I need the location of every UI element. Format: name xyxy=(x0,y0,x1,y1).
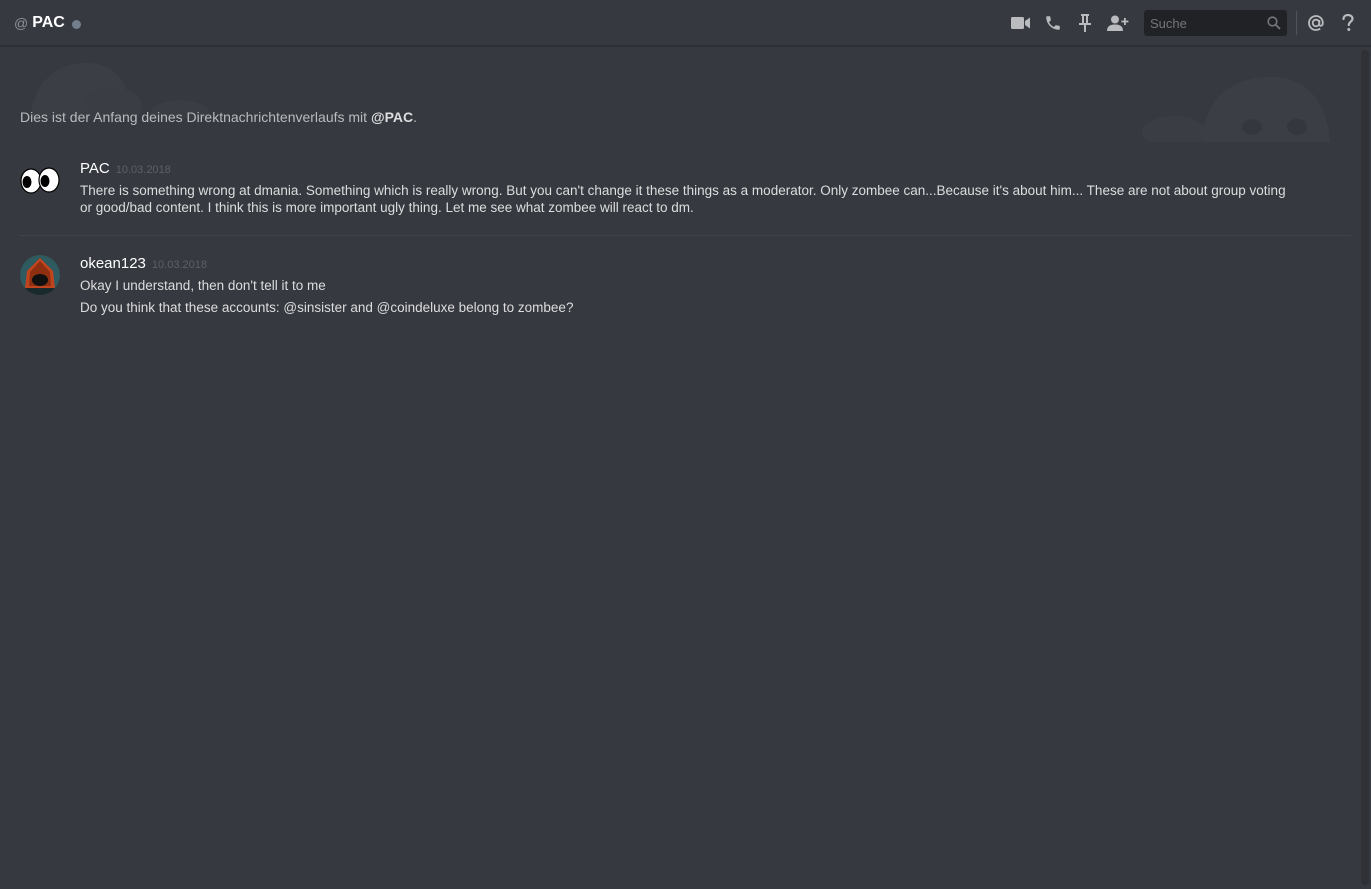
avatar[interactable] xyxy=(20,160,60,200)
message-body: PAC 10.03.2018 There is something wrong … xyxy=(80,160,1351,216)
dm-start-notice: Dies ist der Anfang deines Direktnachric… xyxy=(20,109,417,125)
dm-start-period: . xyxy=(413,109,418,125)
mentions-button[interactable] xyxy=(1305,12,1327,34)
add-friend-to-dm-button[interactable] xyxy=(1106,12,1130,34)
message-timestamp: 10.03.2018 xyxy=(151,259,207,271)
search-input[interactable] xyxy=(1150,15,1267,31)
help-icon xyxy=(1342,14,1354,31)
dm-start-text: Dies ist der Anfang deines Direktnachric… xyxy=(20,109,371,125)
message-content: Do you think that these accounts: @sinsi… xyxy=(80,300,574,315)
pin-icon xyxy=(1079,14,1091,32)
message-header: PAC 10.03.2018 xyxy=(80,160,1351,180)
dm-window: @ PAC Suche Dies ist der Anfang deines D… xyxy=(0,0,1371,889)
channel-title-area: @ PAC xyxy=(0,14,81,32)
channel-header: @ PAC xyxy=(0,0,1371,46)
googly-eyes-icon xyxy=(20,160,60,200)
message-author[interactable]: okean123 xyxy=(80,255,146,272)
message-header: okean123 10.03.2018 xyxy=(80,255,1351,275)
message-body: okean123 10.03.2018 Okay I understand, t… xyxy=(80,255,1351,316)
hooded-figure-icon xyxy=(20,255,60,295)
toolbar-divider xyxy=(1296,11,1297,35)
header-toolbar xyxy=(1010,0,1371,46)
phone-icon xyxy=(1046,16,1060,30)
message-content: Okay I understand, then don't tell it to… xyxy=(80,278,326,293)
avatar[interactable] xyxy=(20,255,60,295)
video-call-button[interactable] xyxy=(1010,12,1032,34)
pinned-messages-button[interactable] xyxy=(1074,12,1096,34)
background-mascot-art-right xyxy=(1142,76,1330,142)
at-icon: @ xyxy=(14,15,29,31)
message-content: There is something wrong at dmania. Some… xyxy=(80,183,1286,215)
help-button[interactable] xyxy=(1337,12,1359,34)
message-author[interactable]: PAC xyxy=(80,160,110,177)
search-bar[interactable] xyxy=(1144,10,1287,36)
dm-start-username[interactable]: @PAC xyxy=(371,109,413,125)
mention-icon xyxy=(1308,15,1324,31)
messages-scrollbar[interactable] xyxy=(1361,50,1369,885)
message-timestamp: 10.03.2018 xyxy=(115,164,171,176)
status-indicator xyxy=(71,19,81,29)
channel-title[interactable]: PAC xyxy=(32,14,65,32)
add-user-icon xyxy=(1107,15,1129,31)
messages-area[interactable]: Dies ist der Anfang deines Direktnachric… xyxy=(0,47,1356,889)
voice-call-button[interactable] xyxy=(1042,12,1064,34)
message-divider xyxy=(20,235,1351,236)
video-camera-icon xyxy=(1011,17,1030,29)
search-icon xyxy=(1267,16,1281,30)
